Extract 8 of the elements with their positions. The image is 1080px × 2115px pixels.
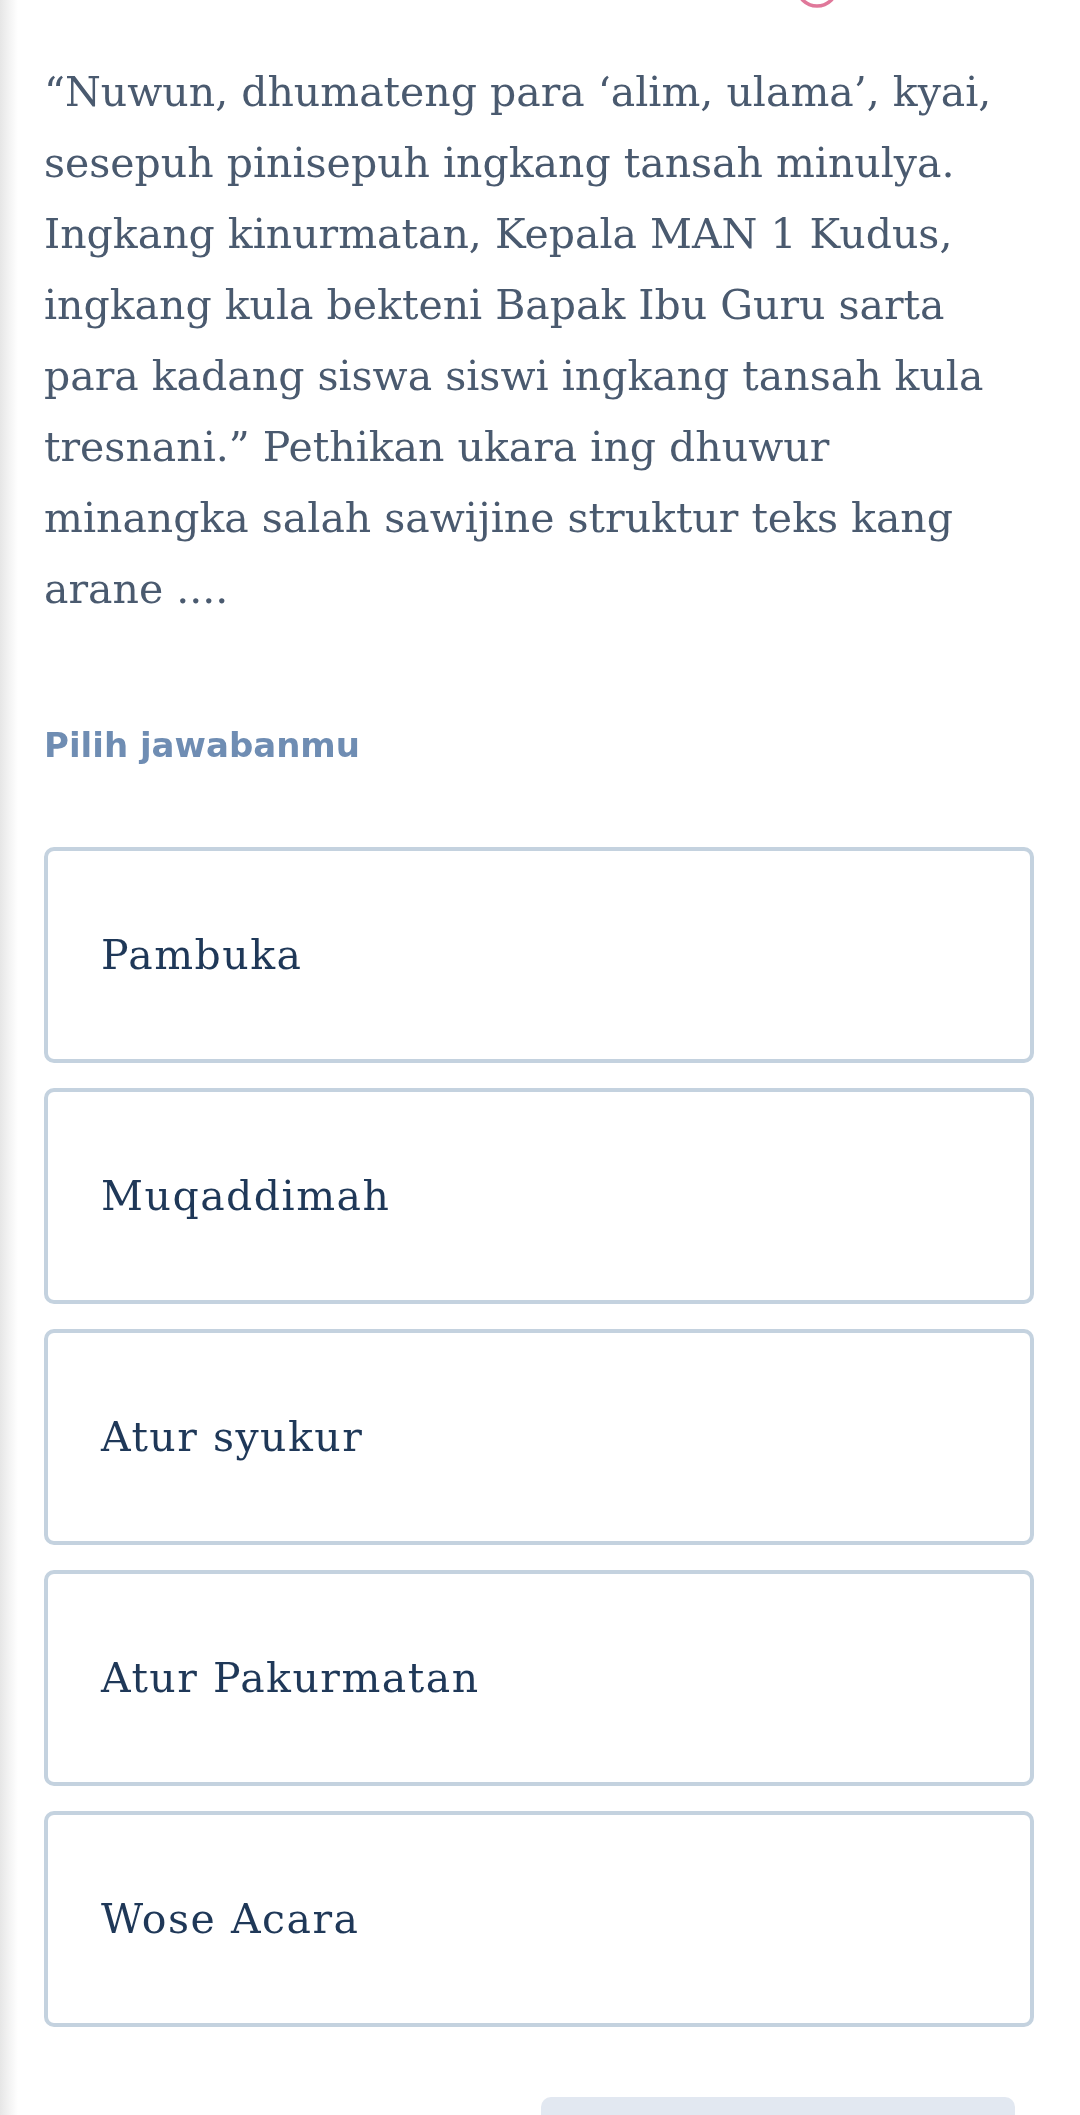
question-text: “Nuwun, dhumateng para ‘alim, ulama’, kyai, sesepuh pinisepuh ingkang tansah minulya. Ingkang kinurmatan, Kepala MAN 1 Kudus, ingkang kula bekteni Bapak Ibu Guru sarta para kadang siswa siswi ingkang tansah kula tresnani.” Pethikan ukara ing dhuwur minangka salah sawijine struktur teks kang arane .... — [44, 67, 993, 615]
answer-option[interactable]: Wose Acara — [44, 1811, 1034, 2027]
answer-option[interactable]: Atur Pakurmatan — [44, 1570, 1034, 1786]
answer-option[interactable]: Atur syukur — [44, 1329, 1034, 1545]
answer-prompt: Pilih jawabanmu — [44, 724, 360, 767]
partial-button[interactable] — [541, 2097, 1015, 2115]
answer-option[interactable]: Pambuka — [44, 847, 1034, 1063]
answer-option[interactable]: Muqaddimah — [44, 1088, 1034, 1304]
